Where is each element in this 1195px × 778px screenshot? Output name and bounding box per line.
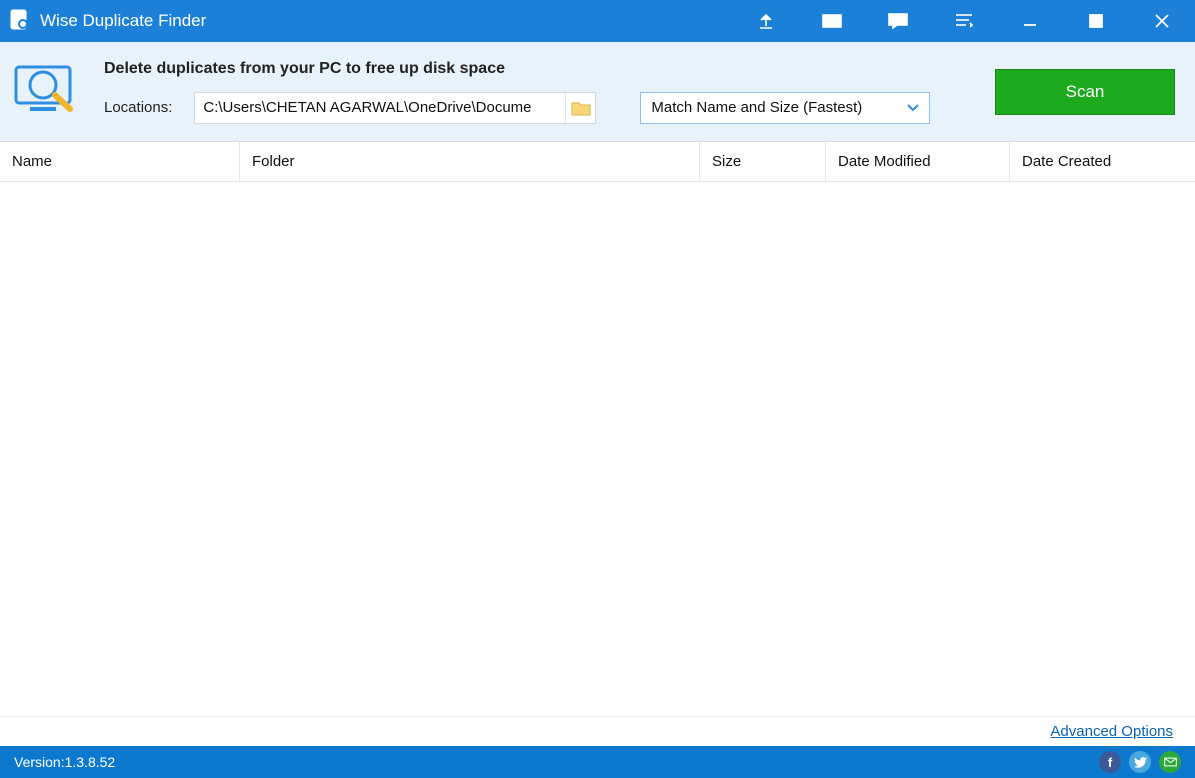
app-title: Wise Duplicate Finder xyxy=(40,11,206,31)
match-mode-value: Match Name and Size (Fastest) xyxy=(651,99,862,116)
scan-logo-icon xyxy=(10,63,82,120)
config-heading: Delete duplicates from your PC to free u… xyxy=(104,60,930,78)
locations-label: Locations: xyxy=(104,99,172,116)
results-area xyxy=(0,182,1195,716)
status-bar: Version:1.3.8.52 f xyxy=(0,746,1195,778)
menu-icon[interactable] xyxy=(931,0,997,42)
facebook-icon[interactable]: f xyxy=(1099,751,1121,773)
version-label: Version:1.3.8.52 xyxy=(14,754,115,770)
scan-button[interactable]: Scan xyxy=(995,69,1175,115)
minimize-icon[interactable] xyxy=(997,0,1063,42)
column-folder[interactable]: Folder xyxy=(240,142,700,181)
browse-folder-button[interactable] xyxy=(565,93,595,123)
close-icon[interactable] xyxy=(1129,0,1195,42)
upgrade-icon[interactable] xyxy=(733,0,799,42)
config-bar: Delete duplicates from your PC to free u… xyxy=(0,42,1195,142)
mail-icon[interactable] xyxy=(799,0,865,42)
match-mode-select[interactable]: Match Name and Size (Fastest) xyxy=(640,92,930,124)
results-table-header: Name Folder Size Date Modified Date Crea… xyxy=(0,142,1195,182)
chevron-down-icon xyxy=(907,104,919,112)
location-input[interactable] xyxy=(195,93,565,123)
maximize-icon[interactable] xyxy=(1063,0,1129,42)
twitter-icon[interactable] xyxy=(1129,751,1151,773)
titlebar: Wise Duplicate Finder xyxy=(0,0,1195,42)
feedback-icon[interactable] xyxy=(865,0,931,42)
advanced-options-link[interactable]: Advanced Options xyxy=(1050,723,1173,740)
column-name[interactable]: Name xyxy=(0,142,240,181)
titlebar-actions xyxy=(733,0,1195,42)
app-icon xyxy=(10,9,30,34)
column-modified[interactable]: Date Modified xyxy=(826,142,1010,181)
footer-options: Advanced Options xyxy=(0,716,1195,746)
column-size[interactable]: Size xyxy=(700,142,826,181)
location-path-group xyxy=(194,92,596,124)
contact-icon[interactable] xyxy=(1159,751,1181,773)
column-created[interactable]: Date Created xyxy=(1010,142,1195,181)
folder-icon xyxy=(571,100,591,116)
